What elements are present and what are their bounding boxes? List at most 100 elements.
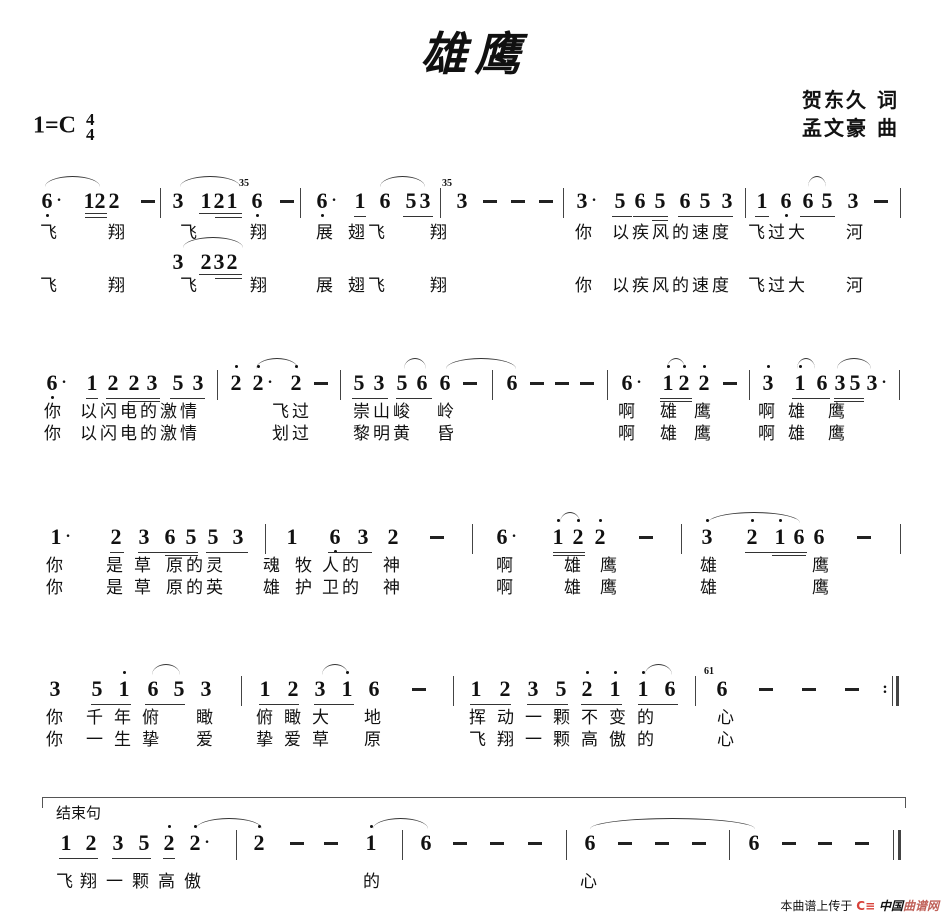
slur — [645, 664, 672, 675]
note: 6 — [251, 188, 263, 213]
note: 3 — [314, 676, 326, 701]
lyric-word: 雄 — [660, 424, 680, 444]
lyric-word: 是 — [106, 578, 126, 598]
barline — [745, 188, 746, 218]
sustain-dash — [141, 200, 155, 203]
barline — [899, 370, 900, 400]
lyric-word: 啊 — [496, 556, 516, 576]
note: 3 — [146, 370, 158, 395]
note: 2 — [746, 524, 758, 549]
lyric-word: 鹰 — [600, 556, 620, 576]
note: 3 — [866, 370, 878, 395]
time-signature: 4 4 — [86, 111, 95, 143]
underline-beam — [396, 398, 432, 399]
slur — [45, 176, 100, 187]
underline-beam — [527, 704, 568, 705]
underline-beam — [91, 704, 131, 705]
lyric-word: 原的灵 — [166, 556, 226, 576]
underline-beam — [199, 213, 242, 214]
underline-beam — [638, 704, 678, 705]
barline — [729, 830, 730, 860]
sustain-dash — [530, 382, 544, 385]
lyricist-credit: 贺东久 词 — [802, 88, 899, 112]
sustain-dash — [324, 842, 338, 845]
ending-label: 结束句 — [56, 804, 102, 822]
underline-beam — [163, 858, 175, 859]
note: 2 — [226, 249, 238, 274]
site-name-part-1[interactable]: 中国 — [879, 899, 903, 913]
slur — [446, 358, 516, 369]
barline — [900, 188, 901, 218]
note: 2 — [581, 676, 593, 701]
lyric-word: 的 — [637, 730, 657, 750]
lyric-word: 颗 — [553, 730, 573, 750]
lyric-word: 翔 — [108, 223, 128, 243]
slur — [590, 818, 755, 829]
note: 5 — [405, 188, 417, 213]
lyric-word: 飞过大 — [748, 223, 808, 243]
note: 6 — [679, 188, 691, 213]
note: 1 — [200, 188, 212, 213]
note: 3 — [373, 370, 385, 395]
lyric-word: 飞过 — [272, 402, 312, 422]
lyric-word: 翔 — [430, 223, 450, 243]
note: 6 — [164, 524, 176, 549]
note: 6 — [41, 188, 53, 213]
lyric-word: 你 — [46, 578, 66, 598]
note: 1 — [609, 676, 621, 701]
underline-beam — [328, 552, 372, 553]
lyric-word: 你 — [44, 424, 64, 444]
lyric-word: 岭 — [437, 402, 457, 422]
lyric-word: 翔 — [80, 872, 100, 892]
underline-beam — [633, 216, 668, 217]
barline — [440, 188, 441, 218]
note: 6 — [634, 188, 646, 213]
barline — [695, 676, 696, 706]
note: 2 — [698, 370, 710, 395]
barline — [472, 524, 473, 554]
lyric-word: 草 — [312, 730, 332, 750]
note: 5 — [849, 370, 861, 395]
note: 2 — [499, 676, 511, 701]
lyric-word: 俯 — [256, 708, 276, 728]
lyric-word: 昏 — [437, 424, 457, 444]
augmentation-dot: · — [65, 528, 71, 545]
note: 6 — [439, 370, 451, 395]
barline — [607, 370, 608, 400]
lyric-word: 高 — [581, 730, 601, 750]
lyric-word: 飞 — [56, 872, 76, 892]
lyric-word: 以闪电的激情 — [80, 402, 200, 422]
lyric-word: 魂 — [263, 556, 283, 576]
underline-beam — [106, 398, 160, 399]
lyric-word: 啊 — [758, 424, 778, 444]
lyric-word: 高 — [158, 872, 178, 892]
final-barline-thick — [898, 830, 901, 860]
barline — [492, 370, 493, 400]
underline-beam — [470, 704, 511, 705]
note: 1 — [794, 370, 806, 395]
slur — [667, 358, 685, 369]
sustain-dash — [618, 842, 632, 845]
upload-credit: 本曲谱上传于 C≡ 中国曲谱网 — [780, 897, 939, 914]
note: 6 — [379, 188, 391, 213]
note: 2 — [230, 370, 242, 395]
note: 1 — [226, 188, 238, 213]
note: 3 — [701, 524, 713, 549]
underline-beam — [145, 704, 185, 705]
note: 3 — [112, 830, 124, 855]
note: 1 — [637, 676, 649, 701]
lyric-word: 护 — [295, 578, 315, 598]
note: 2 — [678, 370, 690, 395]
sustain-dash — [430, 536, 444, 539]
octave-dot-low — [51, 396, 54, 399]
note: 3 — [576, 188, 588, 213]
note: 3 — [213, 249, 225, 274]
lyric-word: 展 — [316, 223, 336, 243]
final-barline-thin — [893, 830, 894, 860]
note: 2 — [200, 249, 212, 274]
site-name-part-2[interactable]: 曲谱网 — [903, 899, 939, 913]
underline-beam — [86, 398, 98, 399]
lyric-word: 生 — [114, 730, 134, 750]
note: 3 — [138, 524, 150, 549]
lyric-word: 啊 — [618, 402, 638, 422]
